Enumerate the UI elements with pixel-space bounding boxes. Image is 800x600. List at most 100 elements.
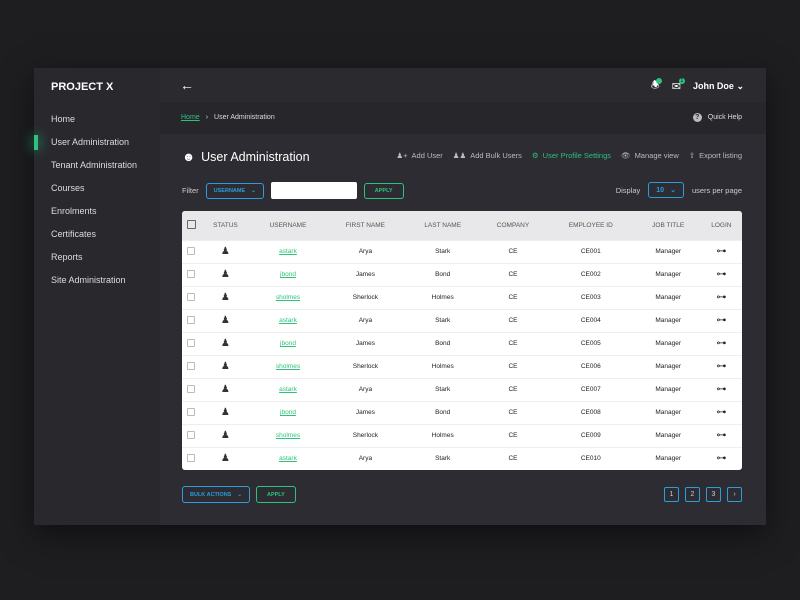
filter-apply-button[interactable]: APPLY <box>363 182 404 199</box>
table-row: ♟ astark Arya Stark CE CE004 Manager ⊶ <box>182 308 742 332</box>
app-window: PROJECT X Home User Administration Tenant … <box>34 68 766 525</box>
mail-badge: 1 <box>678 78 685 84</box>
column-header: COMPANY <box>480 211 546 240</box>
first-name-cell: Arya <box>325 377 406 401</box>
select-all-checkbox[interactable] <box>182 211 201 240</box>
page-button[interactable]: 2 <box>685 487 700 502</box>
first-name-cell: Sherlock <box>325 423 406 447</box>
sidebar-item-reports[interactable]: Reports <box>34 246 160 269</box>
sidebar-item-tenant-administration[interactable]: Tenant Administration <box>34 154 160 177</box>
row-checkbox[interactable] <box>182 308 201 332</box>
add-bulk-users-button[interactable]: ♟♟ Add Bulk Users <box>453 151 522 160</box>
column-header: JOB TITLE <box>635 211 701 240</box>
status-user-icon: ♟ <box>200 262 251 286</box>
user-profile-settings-button[interactable]: ⚙ User Profile Settings <box>532 151 611 160</box>
company-cell: CE <box>480 331 546 355</box>
status-user-icon: ♟ <box>200 446 251 470</box>
sidebar-item-enrolments[interactable]: Enrolments <box>34 200 160 223</box>
sidebar-item-site-administration[interactable]: Site Administration <box>34 269 160 292</box>
company-cell: CE <box>480 423 546 447</box>
row-checkbox[interactable] <box>182 446 201 470</box>
sidebar-item-certificates[interactable]: Certificates <box>34 223 160 246</box>
username-link[interactable]: astark <box>279 248 297 255</box>
username-link[interactable]: sholmes <box>276 363 300 370</box>
action-toolbar: ♟+ Add User ♟♟ Add Bulk Users ⚙ User Profil… <box>396 151 742 160</box>
filter-field-value: USERNAME <box>213 187 246 194</box>
username-link[interactable]: sholmes <box>276 294 300 301</box>
last-name-cell: Holmes <box>405 354 481 378</box>
employee-id-cell: CE002 <box>545 262 636 286</box>
first-name-cell: Arya <box>325 239 406 263</box>
breadcrumb: Home › User Administration <box>181 114 275 121</box>
chevron-down-icon: ⌄ <box>251 187 256 194</box>
row-checkbox[interactable] <box>182 262 201 286</box>
row-checkbox[interactable] <box>182 377 201 401</box>
page-button[interactable]: 1 <box>664 487 679 502</box>
row-checkbox[interactable] <box>182 354 201 378</box>
table-row: ♟ sholmes Sherlock Holmes CE CE003 Manager ⊶ <box>182 285 742 309</box>
user-icon: ☻ <box>182 150 196 164</box>
manage-view-button[interactable]: 👁 Manage view <box>621 151 679 160</box>
login-key-icon[interactable]: ⊶ <box>700 285 742 309</box>
row-checkbox[interactable] <box>182 285 201 309</box>
employee-id-cell: CE001 <box>545 239 636 263</box>
company-cell: CE <box>480 262 546 286</box>
company-cell: CE <box>480 308 546 332</box>
login-key-icon[interactable]: ⊶ <box>700 354 742 378</box>
login-key-icon[interactable]: ⊶ <box>700 331 742 355</box>
login-key-icon[interactable]: ⊶ <box>700 239 742 263</box>
export-listing-label: Export listing <box>699 151 742 160</box>
row-checkbox[interactable] <box>182 239 201 263</box>
mail-icon[interactable]: ✉ 1 <box>672 78 685 93</box>
username-link[interactable]: astark <box>279 317 297 324</box>
column-header: FIRST NAME <box>325 211 406 240</box>
quick-help-button[interactable]: ? Quick Help <box>692 113 742 122</box>
username-link[interactable]: jbond <box>280 409 296 416</box>
company-cell: CE <box>480 285 546 309</box>
login-key-icon[interactable]: ⊶ <box>700 308 742 332</box>
username-link[interactable]: sholmes <box>276 432 300 439</box>
user-name: John Doe <box>692 81 734 91</box>
breadcrumb-home[interactable]: Home <box>181 114 200 121</box>
login-key-icon[interactable]: ⊶ <box>700 262 742 286</box>
username-link[interactable]: astark <box>279 455 297 462</box>
username-link[interactable]: jbond <box>280 271 296 278</box>
job-title-cell: Manager <box>635 262 701 286</box>
row-checkbox[interactable] <box>182 331 201 355</box>
back-arrow-icon[interactable]: ← <box>180 77 194 93</box>
page-size-select[interactable]: 10 ⌄ <box>648 182 684 198</box>
sidebar-item-courses[interactable]: Courses <box>34 177 160 200</box>
employee-id-cell: CE005 <box>545 331 636 355</box>
filter-field-select[interactable]: USERNAME ⌄ <box>205 182 264 199</box>
login-key-icon[interactable]: ⊶ <box>700 377 742 401</box>
page-title: ☻ User Administration <box>182 150 310 164</box>
status-user-icon: ♟ <box>200 400 251 424</box>
bell-icon[interactable]: 🕭 <box>651 78 662 95</box>
username-link[interactable]: jbond <box>280 340 296 347</box>
employee-id-cell: CE003 <box>545 285 636 309</box>
sidebar-item-home[interactable]: Home <box>34 108 160 131</box>
chevron-down-icon: ⌄ <box>237 491 242 498</box>
upload-icon: ⇧ <box>688 151 696 160</box>
add-user-button[interactable]: ♟+ Add User <box>396 151 442 160</box>
login-key-icon[interactable]: ⊶ <box>700 400 742 424</box>
status-user-icon: ♟ <box>200 239 251 263</box>
job-title-cell: Manager <box>635 331 701 355</box>
row-checkbox[interactable] <box>182 400 201 424</box>
username-link[interactable]: astark <box>279 386 297 393</box>
first-name-cell: Arya <box>325 446 406 470</box>
row-checkbox[interactable] <box>182 423 201 447</box>
column-header: STATUS <box>200 211 251 240</box>
export-listing-button[interactable]: ⇧ Export listing <box>689 151 742 160</box>
sidebar-item-user-administration[interactable]: User Administration <box>34 131 160 154</box>
first-name-cell: James <box>325 262 406 286</box>
bulk-actions-select[interactable]: BULK ACTIONS ⌄ <box>182 486 250 503</box>
login-key-icon[interactable]: ⊶ <box>700 446 742 470</box>
filter-input[interactable] <box>270 182 357 199</box>
user-menu[interactable]: John Doe ⌄ <box>693 81 744 92</box>
bulk-apply-button[interactable]: APPLY <box>255 486 296 503</box>
login-key-icon[interactable]: ⊶ <box>700 423 742 447</box>
last-name-cell: Holmes <box>405 285 481 309</box>
next-page-icon[interactable]: › <box>727 487 742 502</box>
page-button[interactable]: 3 <box>706 487 721 502</box>
